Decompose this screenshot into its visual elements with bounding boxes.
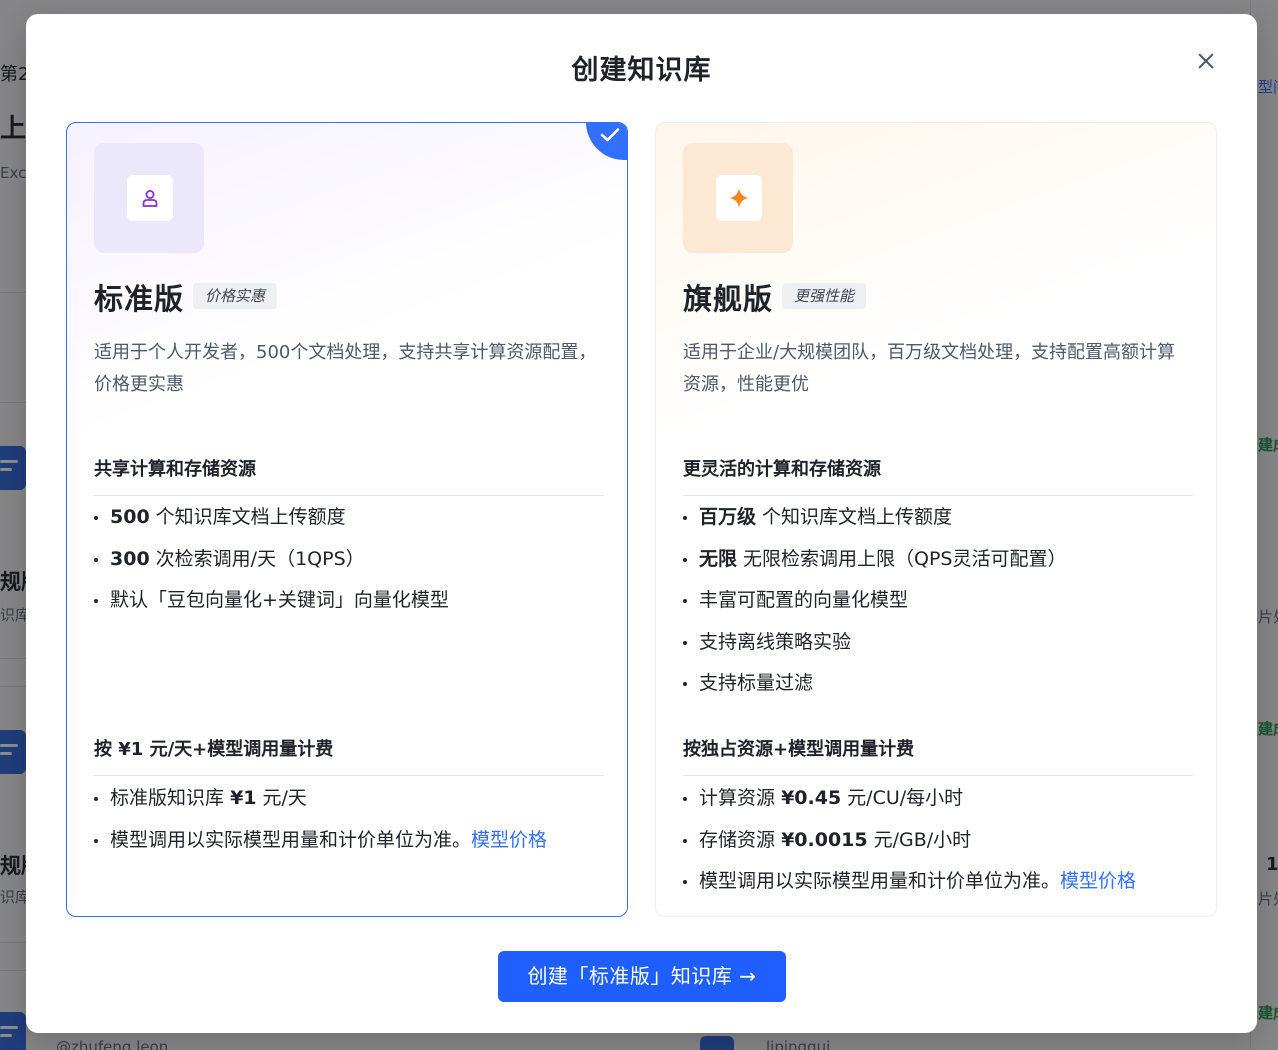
plan-name: 旗舰版 <box>683 282 774 316</box>
list-item: 模型调用以实际模型用量和计价单位为准。模型价格 <box>94 820 614 862</box>
plan-name: 标准版 <box>94 282 185 316</box>
model-price-link[interactable]: 模型价格 <box>471 829 547 851</box>
billing-section-title: 按 ¥1 元/天+模型调用量计费 <box>94 735 604 776</box>
plan-tag: 更强性能 <box>782 283 867 309</box>
list-item: 百万级 个知识库文档上传额度 <box>683 497 1203 539</box>
billing-list: 标准版知识库 ¥1 元/天 模型调用以实际模型用量和计价单位为准。模型价格 <box>94 778 614 861</box>
sparkle-icon <box>716 175 762 221</box>
list-item: 默认「豆包向量化+关键词」向量化模型 <box>94 580 614 622</box>
list-item: 存储资源 ¥0.0015 元/GB/小时 <box>683 820 1203 862</box>
plan-card-flagship[interactable]: 旗舰版 更强性能 适用于企业/大规模团队，百万级文档处理，支持配置高额计算资源，… <box>655 122 1217 917</box>
feature-list: 500 个知识库文档上传额度 300 次检索调用/天（1QPS） 默认「豆包向量化+… <box>94 497 614 622</box>
plan-description: 适用于企业/大规模团队，百万级文档处理，支持配置高额计算资源，性能更优 <box>683 342 1176 395</box>
list-item: 计算资源 ¥0.45 元/CU/每小时 <box>683 778 1203 820</box>
list-item: 支持离线策略实验 <box>683 622 1203 664</box>
create-knowledge-base-dialog: 创建知识库 标准版 价格实惠 适用于个人开发者，500个文档处理，支持共享计算资… <box>26 14 1257 1033</box>
list-item: 丰富可配置的向量化模型 <box>683 580 1203 622</box>
list-item: 模型调用以实际模型用量和计价单位为准。模型价格 <box>683 861 1203 903</box>
create-standard-kb-button[interactable]: 创建「标准版」知识库 → <box>498 951 786 1002</box>
feature-list: 百万级 个知识库文档上传额度 无限 无限检索调用上限（QPS灵活可配置） 丰富可配置… <box>683 497 1203 705</box>
plan-icon-tile <box>94 143 204 253</box>
resources-section-title: 更灵活的计算和存储资源 <box>683 455 1193 496</box>
close-icon[interactable] <box>1195 50 1217 72</box>
plan-card-standard[interactable]: 标准版 价格实惠 适用于个人开发者，500个文档处理，支持共享计算资源配置，价格… <box>66 122 628 917</box>
user-icon <box>127 175 173 221</box>
list-item: 500 个知识库文档上传额度 <box>94 497 614 539</box>
list-item: 无限 无限检索调用上限（QPS灵活可配置） <box>683 539 1203 581</box>
list-item: 标准版知识库 ¥1 元/天 <box>94 778 614 820</box>
plan-description: 适用于个人开发者，500个文档处理，支持共享计算资源配置，价格更实惠 <box>94 342 597 395</box>
resources-section-title: 共享计算和存储资源 <box>94 455 604 496</box>
model-price-link[interactable]: 模型价格 <box>1060 870 1136 892</box>
selected-check-icon <box>586 123 627 160</box>
dialog-title: 创建知识库 <box>571 55 712 86</box>
list-item: 支持标量过滤 <box>683 663 1203 705</box>
plan-tag: 价格实惠 <box>193 283 278 309</box>
billing-section-title: 按独占资源+模型调用量计费 <box>683 735 1193 776</box>
list-item: 300 次检索调用/天（1QPS） <box>94 539 614 581</box>
plan-icon-tile <box>683 143 793 253</box>
billing-list: 计算资源 ¥0.45 元/CU/每小时 存储资源 ¥0.0015 元/GB/小时 模… <box>683 778 1203 903</box>
